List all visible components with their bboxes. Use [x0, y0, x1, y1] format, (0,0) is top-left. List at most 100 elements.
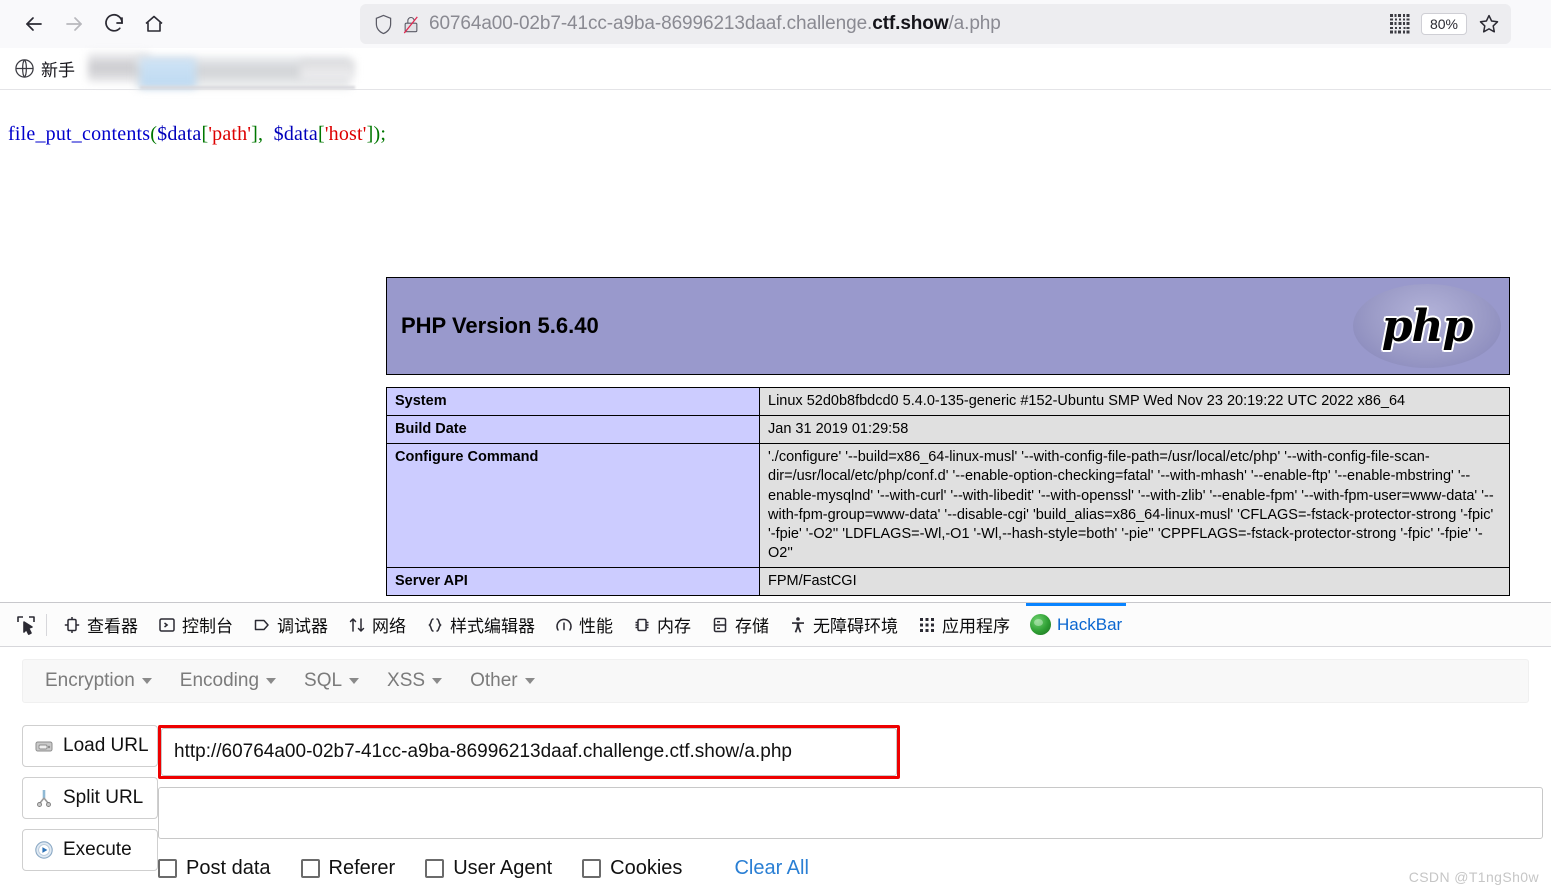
tab-performance[interactable]: 性能 [545, 603, 623, 647]
console-icon [158, 616, 176, 634]
code-string-path: 'path' [208, 123, 252, 145]
chevron-down-icon [524, 678, 535, 684]
arrow-right-icon [66, 17, 82, 31]
tab-console[interactable]: 控制台 [148, 603, 243, 647]
code-bracket-open-2: [ [317, 123, 325, 145]
qr-code-icon[interactable] [1389, 13, 1411, 35]
tab-network[interactable]: 网络 [338, 603, 416, 647]
menu-label: Other [470, 670, 518, 691]
lock-broken-icon[interactable] [402, 14, 420, 35]
table-row: Configure Command './configure' '--build… [386, 443, 1510, 568]
forward-button[interactable] [54, 4, 94, 44]
url-host: ctf.show [872, 13, 949, 34]
tab-label: 查看器 [87, 617, 138, 636]
tab-inspector[interactable]: 查看器 [53, 603, 148, 647]
tab-label: 样式编辑器 [450, 617, 535, 636]
menu-xss[interactable]: XSS [373, 664, 456, 698]
style-editor-icon [426, 616, 444, 634]
checkbox-box[interactable] [582, 859, 602, 878]
star-icon[interactable] [1477, 12, 1501, 36]
element-picker-icon [17, 615, 35, 635]
tab-accessibility[interactable]: 无障碍环境 [779, 603, 908, 647]
globe-icon [15, 59, 34, 78]
table-cell-key: Server API [386, 566, 760, 597]
tab-label: 新手 [41, 61, 75, 80]
menu-encryption[interactable]: Encryption [31, 664, 166, 698]
hackbar-menubar: Encryption Encoding SQL XSS Other [22, 659, 1529, 703]
checkbox-box[interactable] [158, 859, 177, 878]
url-input[interactable] [161, 728, 897, 776]
home-button[interactable] [134, 4, 174, 44]
devtools-toolbar: 查看器 控制台 调试器 网络 样式编辑器 性能 内存 存储 无障碍环境 应用程序… [0, 602, 1551, 647]
reload-button[interactable] [94, 4, 134, 44]
execute-button[interactable]: Execute [22, 829, 158, 871]
phpinfo-table: System Linux 52d0b8fbdcd0 5.4.0-135-gene… [386, 386, 1510, 597]
element-picker-button[interactable] [8, 610, 44, 640]
tab-application[interactable]: 应用程序 [908, 603, 1020, 647]
chevron-down-icon [266, 678, 277, 684]
tab-label: 内存 [657, 617, 691, 636]
performance-icon [555, 616, 573, 634]
table-row: Build Date Jan 31 2019 01:29:58 [386, 415, 1510, 445]
chevron-down-icon [141, 678, 152, 684]
tab-style-editor[interactable]: 样式编辑器 [416, 603, 545, 647]
tab-storage[interactable]: 存储 [701, 603, 779, 647]
code-statement-end: ); [373, 123, 387, 145]
reload-icon [105, 14, 123, 32]
url-field-highlight [158, 725, 900, 779]
code-comma: , [258, 123, 264, 145]
tab-item-first[interactable]: 新手 [14, 56, 75, 81]
hackbar-action-buttons: Load URL Split URL Execute [22, 715, 158, 891]
browser-toolbar: 60764a00-02b7-41cc-a9ba-86996213daaf.cha… [0, 0, 1551, 48]
table-cell-value: Linux 52d0b8fbdcd0 5.4.0-135-generic #15… [759, 386, 1510, 417]
load-url-button[interactable]: Load URL [22, 725, 158, 767]
tab-label: 调试器 [277, 617, 328, 636]
address-bar-url: 60764a00-02b7-41cc-a9ba-86996213daaf.cha… [429, 13, 1001, 35]
tab-censored-blur-4 [300, 60, 355, 80]
tab-label: HackBar [1057, 614, 1123, 634]
address-bar-actions: 80% [1379, 12, 1501, 36]
table-cell-key: System [386, 386, 760, 417]
back-button[interactable] [14, 4, 54, 44]
button-label: Execute [63, 839, 132, 860]
php-version-title: PHP Version 5.6.40 [401, 313, 599, 338]
shield-icon[interactable] [374, 14, 393, 35]
clear-all-link[interactable]: Clear All [734, 857, 808, 880]
checkbox-post-data[interactable]: Post data [158, 857, 271, 880]
code-variable-2: $data [273, 123, 318, 145]
tab-label: 无障碍环境 [813, 617, 898, 636]
tab-censored-underline [140, 86, 355, 89]
network-icon [348, 616, 366, 634]
menu-encoding[interactable]: Encoding [166, 664, 290, 698]
debugger-icon [253, 616, 271, 634]
toolbar-divider [46, 613, 47, 636]
post-data-textarea[interactable] [158, 787, 1543, 839]
address-bar[interactable]: 60764a00-02b7-41cc-a9ba-86996213daaf.cha… [360, 4, 1511, 44]
php-logo: php [1353, 284, 1501, 368]
checkbox-box[interactable] [425, 859, 445, 878]
button-label: Load URL [63, 735, 149, 756]
code-function-name: file_put_contents [8, 123, 151, 145]
php-source-line: file_put_contents($data['path'], $data['… [0, 91, 1551, 146]
split-url-button[interactable]: Split URL [22, 777, 158, 819]
application-icon [918, 616, 936, 634]
hackbar-icon [1030, 614, 1051, 635]
table-cell-value: FPM/FastCGI [759, 566, 1510, 597]
php-logo-text: php [1381, 300, 1474, 352]
zoom-level-badge[interactable]: 80% [1420, 13, 1467, 35]
checkbox-box[interactable] [300, 859, 320, 878]
checkbox-referer[interactable]: Referer [300, 857, 395, 880]
hackbar-body: Load URL Split URL Execute http://60764a… [0, 715, 1551, 891]
code-string-host: 'host' [324, 123, 367, 145]
tab-debugger[interactable]: 调试器 [243, 603, 338, 647]
tab-memory[interactable]: 内存 [623, 603, 701, 647]
menu-other[interactable]: Other [456, 664, 549, 698]
checkbox-cookies[interactable]: Cookies [582, 857, 682, 880]
menu-label: SQL [304, 670, 343, 691]
table-cell-value: './configure' '--build=x86_64-linux-musl… [759, 443, 1510, 568]
checkbox-user-agent[interactable]: User Agent [425, 857, 552, 880]
menu-sql[interactable]: SQL [290, 664, 373, 698]
storage-icon [711, 616, 729, 634]
tab-hackbar[interactable]: HackBar [1020, 602, 1132, 647]
tab-label: 应用程序 [942, 617, 1010, 636]
